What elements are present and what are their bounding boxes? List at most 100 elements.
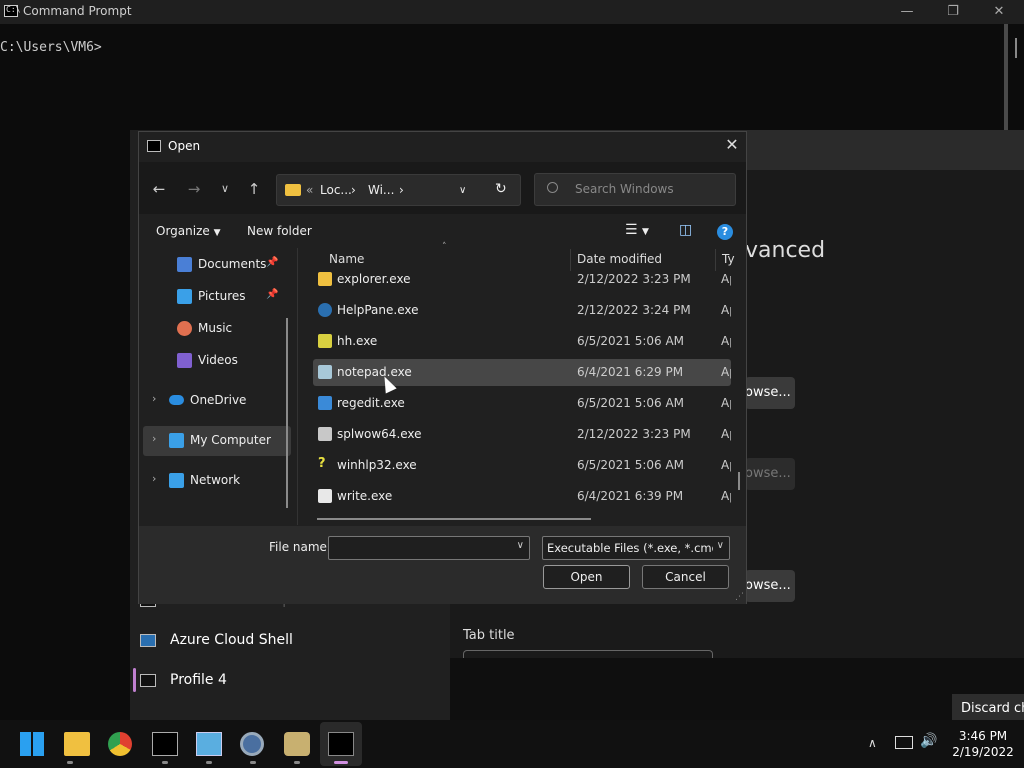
file-name-input[interactable]: ∨	[328, 536, 530, 560]
running-indicator	[294, 761, 300, 764]
address-bar[interactable]: « Loc... › Wi... › ∨ ↻	[276, 174, 521, 206]
onedrive-icon	[169, 395, 184, 405]
chevron-right-icon[interactable]: ›	[152, 472, 156, 485]
start-icon[interactable]	[20, 732, 44, 756]
file-row[interactable]: ? winhlp32.exe 6/5/2021 5:06 AM Ap	[313, 452, 731, 479]
profile-item[interactable]: Azure Cloud Shell	[140, 632, 440, 652]
sidebar-item-onedrive[interactable]: › OneDrive	[143, 386, 291, 416]
sidebar-item-videos[interactable]: Videos	[143, 346, 291, 376]
clock-date: 2/19/2022	[952, 745, 1014, 759]
system-clock[interactable]: 3:46 PM 2/19/2022	[950, 728, 1016, 760]
console-titlebar[interactable]: C:\ Command Prompt — ❐ ✕	[0, 0, 1024, 24]
app-icon[interactable]	[284, 732, 310, 756]
chevron-right-icon[interactable]: ›	[152, 392, 156, 405]
forward-arrow-icon[interactable]: →	[184, 179, 204, 199]
refresh-icon[interactable]: ↻	[495, 181, 507, 197]
chevron-down-icon: ∨	[716, 540, 724, 551]
chrome-icon[interactable]	[108, 732, 132, 756]
dialog-titlebar[interactable]: Open ✕	[139, 132, 746, 162]
profile-item-selected[interactable]: Profile 4	[140, 672, 440, 692]
breadcrumb-windows[interactable]: Wi...	[368, 183, 394, 197]
azure-icon	[140, 634, 156, 647]
organize-label: Organize	[156, 224, 210, 238]
vertical-scrollbar[interactable]	[738, 472, 740, 490]
console-scrollbar[interactable]	[1004, 24, 1008, 134]
music-icon	[177, 321, 192, 336]
help-app-icon	[318, 303, 332, 317]
navigation-scrollbar[interactable]	[286, 318, 288, 508]
file-row[interactable]: write.exe 6/4/2021 6:39 PM Ap	[313, 483, 731, 510]
new-folder-button[interactable]: New folder	[247, 224, 312, 238]
file-name-label: File name:	[269, 540, 331, 554]
chevron-up-icon[interactable]: ∧	[868, 736, 877, 750]
settings-gear-icon[interactable]	[240, 732, 264, 756]
console-icon	[147, 140, 161, 152]
file-type-select[interactable]: Executable Files (*.exe, *.cmd, * ∨	[542, 536, 730, 560]
sidebar-item-network[interactable]: › Network	[143, 466, 291, 496]
resize-grip-icon[interactable]: ⋰	[735, 592, 744, 602]
file-row[interactable]: regedit.exe 6/5/2021 5:06 AM Ap	[313, 390, 731, 417]
browse-button-disabled[interactable]: owse...	[745, 458, 795, 490]
console-prompt[interactable]: C:\Users\VM6>	[0, 40, 102, 55]
console-scroll-thumb[interactable]	[1015, 38, 1017, 58]
command-prompt-icon[interactable]	[152, 732, 178, 756]
selected-indicator	[133, 668, 136, 692]
minimize-button[interactable]: —	[884, 0, 930, 24]
tab-title-label: Tab title	[463, 628, 515, 643]
back-arrow-icon[interactable]: ←	[149, 179, 169, 199]
browse-button[interactable]: owse...	[745, 570, 795, 602]
column-header-type[interactable]: Ty	[722, 252, 735, 266]
preview-pane-icon[interactable]: ◫	[679, 222, 692, 238]
file-row[interactable]: splwow64.exe 2/12/2022 3:23 PM Ap	[313, 421, 731, 448]
console-title: Command Prompt	[23, 4, 132, 18]
horizontal-scrollbar[interactable]	[317, 518, 591, 520]
remote-desktop-icon[interactable]	[196, 732, 222, 756]
sidebar-item-music[interactable]: Music	[143, 314, 291, 344]
discard-changes-button[interactable]: Discard ch	[952, 694, 1024, 722]
printer-icon	[318, 427, 332, 441]
network-status-icon[interactable]	[895, 736, 913, 749]
settings-footer	[450, 658, 1024, 720]
help-icon[interactable]: ?	[717, 224, 733, 240]
sidebar-item-pictures[interactable]: Pictures 📌	[143, 282, 291, 312]
notepad-icon	[318, 365, 332, 379]
open-dialog: Open ✕ ← → ∨ ↑ « Loc... › Wi... › ∨ ↻ Se…	[138, 131, 747, 604]
organize-button[interactable]: Organize ▼	[156, 224, 221, 238]
chevron-down-icon[interactable]: ∨	[215, 179, 235, 199]
address-dropdown-icon[interactable]: ∨	[459, 185, 466, 196]
file-row[interactable]: HelpPane.exe 2/12/2022 3:24 PM Ap	[313, 297, 731, 324]
column-header-name[interactable]: Name	[329, 252, 364, 266]
column-header-date[interactable]: Date modified	[577, 252, 662, 266]
running-indicator	[250, 761, 256, 764]
sort-up-icon: ˄	[442, 242, 447, 252]
terminal-icon[interactable]	[328, 732, 354, 756]
regedit-icon	[318, 396, 332, 410]
file-explorer-icon[interactable]	[64, 732, 90, 756]
running-indicator	[67, 761, 73, 764]
restore-button[interactable]: ❐	[930, 0, 976, 24]
dropdown-caret-icon: ▼	[213, 228, 221, 238]
cmd-icon	[140, 674, 156, 687]
pin-icon[interactable]: 📌	[266, 257, 278, 268]
chevron-down-icon[interactable]: ∨	[517, 540, 524, 551]
file-row[interactable]: explorer.exe 2/12/2022 3:23 PM Ap	[313, 266, 731, 293]
up-arrow-icon[interactable]: ↑	[244, 179, 264, 199]
file-row-selected[interactable]: notepad.exe 6/4/2021 6:29 PM Ap	[313, 359, 731, 386]
sidebar-item-my-computer[interactable]: › My Computer	[143, 426, 291, 456]
pin-icon[interactable]: 📌	[266, 289, 278, 300]
breadcrumb-local[interactable]: Loc...	[320, 183, 352, 197]
breadcrumb-separator: ›	[399, 183, 404, 197]
close-icon[interactable]: ✕	[719, 135, 745, 159]
close-button[interactable]: ✕	[976, 0, 1022, 24]
view-options-icon[interactable]: ☰ ▼	[625, 222, 649, 238]
file-type-value: Executable Files (*.exe, *.cmd, *	[547, 541, 713, 555]
search-input[interactable]: Search Windows	[534, 173, 736, 206]
cancel-button[interactable]: Cancel	[642, 565, 729, 589]
browse-button[interactable]: owse...	[745, 377, 795, 409]
sidebar-item-documents[interactable]: Documents 📌	[143, 250, 291, 280]
open-button[interactable]: Open	[543, 565, 630, 589]
breadcrumb-overflow[interactable]: «	[306, 183, 313, 197]
volume-icon[interactable]: 🔊	[920, 733, 937, 749]
file-row[interactable]: hh.exe 6/5/2021 5:06 AM Ap	[313, 328, 731, 355]
chevron-right-icon[interactable]: ›	[152, 432, 156, 445]
